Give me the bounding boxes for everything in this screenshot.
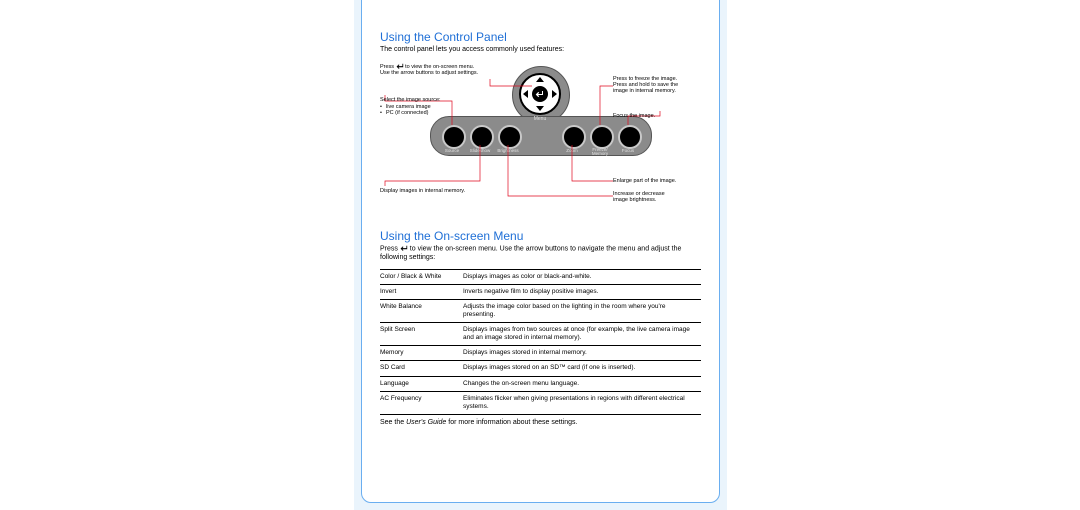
- section-title-control-panel: Using the Control Panel: [380, 30, 701, 44]
- zoom-label: Zoom: [557, 148, 587, 153]
- freeze-memory-button[interactable]: [590, 125, 614, 149]
- settings-table: Color / Black & WhiteDisplays images as …: [380, 269, 701, 415]
- zoom-button[interactable]: [562, 125, 586, 149]
- table-row: MemoryDisplays images stored in internal…: [380, 346, 701, 361]
- enter-icon: [400, 245, 408, 252]
- table-row: LanguageChanges the on-screen menu langu…: [380, 376, 701, 391]
- table-row: AC FrequencyEliminates flicker when givi…: [380, 391, 701, 414]
- menu-label: Menu: [529, 116, 551, 122]
- arrow-left-icon[interactable]: [523, 90, 528, 98]
- enter-button[interactable]: [532, 86, 548, 102]
- callout-top-right: Press to freeze the image. Press and hol…: [613, 76, 703, 95]
- callout-mid-right: Focus the image.: [613, 113, 703, 119]
- section-title-onscreen-menu: Using the On-screen Menu: [380, 229, 701, 243]
- page-frame: Using the Control Panel The control pane…: [354, 0, 727, 510]
- callout-bottom-right-a: Enlarge part of the image.: [613, 178, 703, 184]
- source-button[interactable]: [442, 125, 466, 149]
- callout-top-left: Press to view the on-screen menu. Use th…: [380, 63, 500, 77]
- arrow-up-icon[interactable]: [536, 77, 544, 82]
- table-row: InvertInverts negative film to display p…: [380, 284, 701, 299]
- focus-button[interactable]: [618, 125, 642, 149]
- callout-mid-left: Select the image source: live camera ima…: [380, 97, 470, 117]
- table-row: White BalanceAdjusts the image color bas…: [380, 299, 701, 322]
- brightness-label: Brightness: [493, 148, 523, 153]
- arrow-right-icon[interactable]: [552, 90, 557, 98]
- footnote: See the User's Guide for more informatio…: [380, 419, 701, 428]
- enter-icon: [396, 63, 404, 70]
- control-panel-diagram: Menu Source Slideshow Brightness Zoom Fr…: [380, 61, 700, 221]
- brightness-button[interactable]: [498, 125, 522, 149]
- arrow-down-icon[interactable]: [536, 106, 544, 111]
- table-row: Color / Black & WhiteDisplays images as …: [380, 269, 701, 284]
- slideshow-label: Slideshow: [465, 148, 495, 153]
- table-row: Split ScreenDisplays images from two sou…: [380, 323, 701, 346]
- callout-bottom-right-b: Increase or decrease image brightness.: [613, 191, 703, 204]
- intro-control-panel: The control panel lets you access common…: [380, 46, 701, 55]
- table-row: SD CardDisplays images stored on an SD™ …: [380, 361, 701, 376]
- intro-onscreen-menu: Press to view the on-screen menu. Use th…: [380, 245, 701, 263]
- slideshow-button[interactable]: [470, 125, 494, 149]
- focus-label: Focus: [613, 148, 643, 153]
- freeze-memory-label: Freeze/ Memory: [585, 148, 615, 157]
- callout-bottom-left: Display images in internal memory.: [380, 188, 520, 194]
- source-label: Source: [437, 148, 467, 153]
- content-panel: Using the Control Panel The control pane…: [361, 0, 720, 503]
